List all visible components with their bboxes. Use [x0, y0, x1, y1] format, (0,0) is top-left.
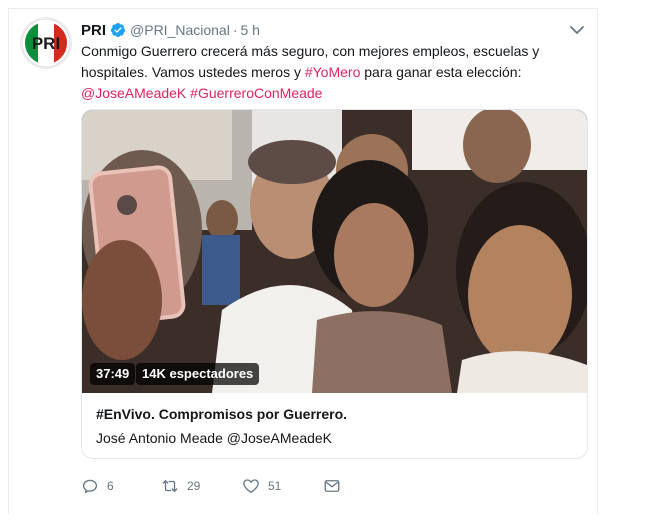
- author-handle[interactable]: @PRI_Nacional: [130, 22, 230, 38]
- card-subtitle[interactable]: José Antonio Meade @JoseAMeadeK: [96, 430, 332, 446]
- hashtag-guerrero-link[interactable]: #GuerreroConMeade: [190, 85, 322, 101]
- card-title[interactable]: #EnVivo. Compromisos por Guerrero.: [96, 406, 347, 422]
- like-count: 51: [268, 479, 282, 493]
- video-duration: 37:49: [90, 363, 136, 385]
- chevron-down-icon[interactable]: [569, 22, 585, 38]
- retweet-icon: [162, 480, 178, 492]
- reply-button[interactable]: 6: [81, 475, 114, 497]
- direct-message-button[interactable]: [323, 475, 349, 497]
- author-name[interactable]: PRI: [81, 22, 106, 39]
- reply-count: 6: [107, 479, 114, 493]
- like-icon: [243, 479, 259, 494]
- retweet-count: 29: [187, 479, 201, 493]
- hashtag-yomero-link[interactable]: #YoMero: [305, 64, 361, 80]
- video-viewers: 14K espectadores: [136, 363, 260, 385]
- avatar-logo-text: PRI: [32, 34, 60, 53]
- avatar[interactable]: PRI: [21, 18, 71, 68]
- reply-icon: [82, 479, 98, 494]
- video-thumbnail[interactable]: 37:49 14K espectadores: [82, 110, 587, 393]
- tweet-header: PRI @PRI_Nacional · 5 h: [81, 20, 260, 40]
- tweet-timestamp[interactable]: 5 h: [241, 22, 260, 38]
- verified-badge-icon: [111, 23, 126, 37]
- tweet-text-part: para ganar esta elección:: [360, 64, 522, 80]
- header-separator: ·: [232, 22, 238, 38]
- like-button[interactable]: 51: [242, 475, 281, 497]
- tweet-text: Conmigo Guerrero crecerá más seguro, con…: [81, 41, 561, 104]
- video-card[interactable]: 37:49 14K espectadores #EnVivo. Compromi…: [81, 109, 588, 459]
- retweet-button[interactable]: 29: [161, 475, 200, 497]
- mention-link[interactable]: @JoseAMeadeK: [81, 85, 186, 101]
- direct-message-icon: [324, 480, 340, 492]
